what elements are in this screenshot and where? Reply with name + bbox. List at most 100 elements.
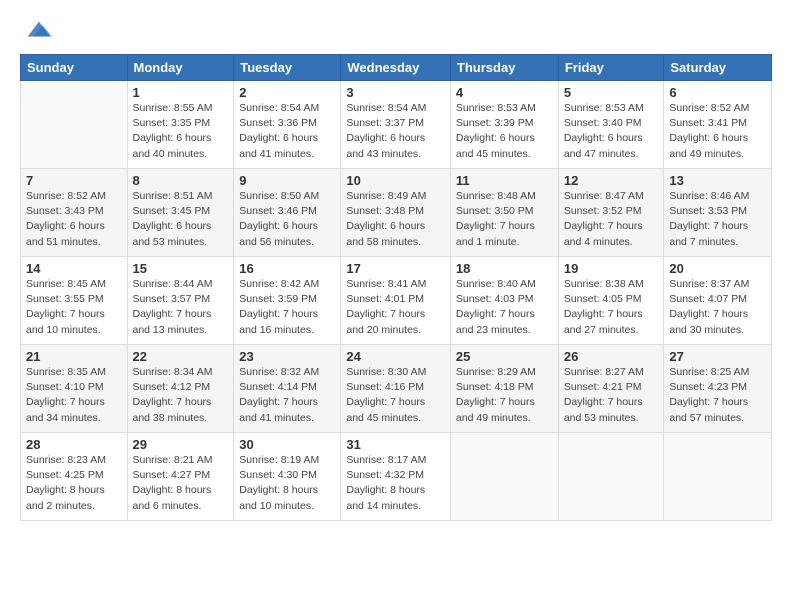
day-number: 18	[456, 261, 553, 276]
calendar-cell: 28Sunrise: 8:23 AMSunset: 4:25 PMDayligh…	[21, 433, 128, 521]
weekday-friday: Friday	[558, 55, 664, 81]
calendar-cell	[21, 81, 128, 169]
calendar-cell: 23Sunrise: 8:32 AMSunset: 4:14 PMDayligh…	[234, 345, 341, 433]
calendar-cell: 3Sunrise: 8:54 AMSunset: 3:37 PMDaylight…	[341, 81, 451, 169]
calendar-cell: 16Sunrise: 8:42 AMSunset: 3:59 PMDayligh…	[234, 257, 341, 345]
day-number: 19	[564, 261, 659, 276]
calendar-table: SundayMondayTuesdayWednesdayThursdayFrid…	[20, 54, 772, 521]
day-info: Sunrise: 8:52 AMSunset: 3:43 PMDaylight:…	[26, 189, 122, 250]
day-number: 13	[669, 173, 766, 188]
day-number: 17	[346, 261, 445, 276]
day-number: 15	[133, 261, 229, 276]
day-info: Sunrise: 8:41 AMSunset: 4:01 PMDaylight:…	[346, 277, 445, 338]
calendar-cell: 2Sunrise: 8:54 AMSunset: 3:36 PMDaylight…	[234, 81, 341, 169]
day-info: Sunrise: 8:53 AMSunset: 3:40 PMDaylight:…	[564, 101, 659, 162]
day-number: 30	[239, 437, 335, 452]
day-number: 26	[564, 349, 659, 364]
weekday-sunday: Sunday	[21, 55, 128, 81]
day-info: Sunrise: 8:30 AMSunset: 4:16 PMDaylight:…	[346, 365, 445, 426]
day-info: Sunrise: 8:32 AMSunset: 4:14 PMDaylight:…	[239, 365, 335, 426]
calendar-cell: 15Sunrise: 8:44 AMSunset: 3:57 PMDayligh…	[127, 257, 234, 345]
week-row-2: 7Sunrise: 8:52 AMSunset: 3:43 PMDaylight…	[21, 169, 772, 257]
day-number: 22	[133, 349, 229, 364]
week-row-3: 14Sunrise: 8:45 AMSunset: 3:55 PMDayligh…	[21, 257, 772, 345]
calendar-cell: 20Sunrise: 8:37 AMSunset: 4:07 PMDayligh…	[664, 257, 772, 345]
day-info: Sunrise: 8:19 AMSunset: 4:30 PMDaylight:…	[239, 453, 335, 514]
calendar-cell: 6Sunrise: 8:52 AMSunset: 3:41 PMDaylight…	[664, 81, 772, 169]
day-number: 27	[669, 349, 766, 364]
day-info: Sunrise: 8:42 AMSunset: 3:59 PMDaylight:…	[239, 277, 335, 338]
day-info: Sunrise: 8:27 AMSunset: 4:21 PMDaylight:…	[564, 365, 659, 426]
calendar-cell: 12Sunrise: 8:47 AMSunset: 3:52 PMDayligh…	[558, 169, 664, 257]
day-number: 12	[564, 173, 659, 188]
calendar-cell: 4Sunrise: 8:53 AMSunset: 3:39 PMDaylight…	[450, 81, 558, 169]
day-number: 16	[239, 261, 335, 276]
day-info: Sunrise: 8:38 AMSunset: 4:05 PMDaylight:…	[564, 277, 659, 338]
day-info: Sunrise: 8:35 AMSunset: 4:10 PMDaylight:…	[26, 365, 122, 426]
calendar-cell: 18Sunrise: 8:40 AMSunset: 4:03 PMDayligh…	[450, 257, 558, 345]
day-info: Sunrise: 8:47 AMSunset: 3:52 PMDaylight:…	[564, 189, 659, 250]
day-info: Sunrise: 8:23 AMSunset: 4:25 PMDaylight:…	[26, 453, 122, 514]
weekday-monday: Monday	[127, 55, 234, 81]
day-number: 28	[26, 437, 122, 452]
logo-icon	[24, 16, 52, 44]
week-row-1: 1Sunrise: 8:55 AMSunset: 3:35 PMDaylight…	[21, 81, 772, 169]
header	[20, 16, 772, 44]
day-number: 7	[26, 173, 122, 188]
day-info: Sunrise: 8:49 AMSunset: 3:48 PMDaylight:…	[346, 189, 445, 250]
calendar-cell: 31Sunrise: 8:17 AMSunset: 4:32 PMDayligh…	[341, 433, 451, 521]
calendar-cell: 26Sunrise: 8:27 AMSunset: 4:21 PMDayligh…	[558, 345, 664, 433]
calendar-cell: 7Sunrise: 8:52 AMSunset: 3:43 PMDaylight…	[21, 169, 128, 257]
day-info: Sunrise: 8:53 AMSunset: 3:39 PMDaylight:…	[456, 101, 553, 162]
day-info: Sunrise: 8:54 AMSunset: 3:36 PMDaylight:…	[239, 101, 335, 162]
day-info: Sunrise: 8:54 AMSunset: 3:37 PMDaylight:…	[346, 101, 445, 162]
logo	[20, 16, 52, 44]
day-number: 9	[239, 173, 335, 188]
day-info: Sunrise: 8:34 AMSunset: 4:12 PMDaylight:…	[133, 365, 229, 426]
day-number: 1	[133, 85, 229, 100]
weekday-saturday: Saturday	[664, 55, 772, 81]
day-number: 10	[346, 173, 445, 188]
day-info: Sunrise: 8:37 AMSunset: 4:07 PMDaylight:…	[669, 277, 766, 338]
day-info: Sunrise: 8:40 AMSunset: 4:03 PMDaylight:…	[456, 277, 553, 338]
calendar-cell: 11Sunrise: 8:48 AMSunset: 3:50 PMDayligh…	[450, 169, 558, 257]
calendar-cell: 17Sunrise: 8:41 AMSunset: 4:01 PMDayligh…	[341, 257, 451, 345]
day-info: Sunrise: 8:45 AMSunset: 3:55 PMDaylight:…	[26, 277, 122, 338]
day-number: 23	[239, 349, 335, 364]
day-info: Sunrise: 8:50 AMSunset: 3:46 PMDaylight:…	[239, 189, 335, 250]
day-info: Sunrise: 8:21 AMSunset: 4:27 PMDaylight:…	[133, 453, 229, 514]
day-info: Sunrise: 8:44 AMSunset: 3:57 PMDaylight:…	[133, 277, 229, 338]
day-number: 8	[133, 173, 229, 188]
calendar-cell: 22Sunrise: 8:34 AMSunset: 4:12 PMDayligh…	[127, 345, 234, 433]
calendar-cell	[450, 433, 558, 521]
calendar-cell: 29Sunrise: 8:21 AMSunset: 4:27 PMDayligh…	[127, 433, 234, 521]
weekday-wednesday: Wednesday	[341, 55, 451, 81]
calendar-cell: 25Sunrise: 8:29 AMSunset: 4:18 PMDayligh…	[450, 345, 558, 433]
day-number: 2	[239, 85, 335, 100]
day-number: 25	[456, 349, 553, 364]
calendar-cell: 13Sunrise: 8:46 AMSunset: 3:53 PMDayligh…	[664, 169, 772, 257]
week-row-5: 28Sunrise: 8:23 AMSunset: 4:25 PMDayligh…	[21, 433, 772, 521]
day-number: 31	[346, 437, 445, 452]
day-info: Sunrise: 8:51 AMSunset: 3:45 PMDaylight:…	[133, 189, 229, 250]
calendar-cell: 30Sunrise: 8:19 AMSunset: 4:30 PMDayligh…	[234, 433, 341, 521]
page: SundayMondayTuesdayWednesdayThursdayFrid…	[0, 0, 792, 531]
day-number: 21	[26, 349, 122, 364]
day-info: Sunrise: 8:48 AMSunset: 3:50 PMDaylight:…	[456, 189, 553, 250]
day-info: Sunrise: 8:52 AMSunset: 3:41 PMDaylight:…	[669, 101, 766, 162]
day-number: 3	[346, 85, 445, 100]
day-number: 20	[669, 261, 766, 276]
day-number: 29	[133, 437, 229, 452]
calendar-cell: 10Sunrise: 8:49 AMSunset: 3:48 PMDayligh…	[341, 169, 451, 257]
weekday-tuesday: Tuesday	[234, 55, 341, 81]
calendar-cell: 8Sunrise: 8:51 AMSunset: 3:45 PMDaylight…	[127, 169, 234, 257]
day-info: Sunrise: 8:29 AMSunset: 4:18 PMDaylight:…	[456, 365, 553, 426]
calendar-cell: 5Sunrise: 8:53 AMSunset: 3:40 PMDaylight…	[558, 81, 664, 169]
day-number: 6	[669, 85, 766, 100]
calendar-cell	[558, 433, 664, 521]
day-number: 14	[26, 261, 122, 276]
week-row-4: 21Sunrise: 8:35 AMSunset: 4:10 PMDayligh…	[21, 345, 772, 433]
day-info: Sunrise: 8:25 AMSunset: 4:23 PMDaylight:…	[669, 365, 766, 426]
day-info: Sunrise: 8:17 AMSunset: 4:32 PMDaylight:…	[346, 453, 445, 514]
calendar-cell: 1Sunrise: 8:55 AMSunset: 3:35 PMDaylight…	[127, 81, 234, 169]
